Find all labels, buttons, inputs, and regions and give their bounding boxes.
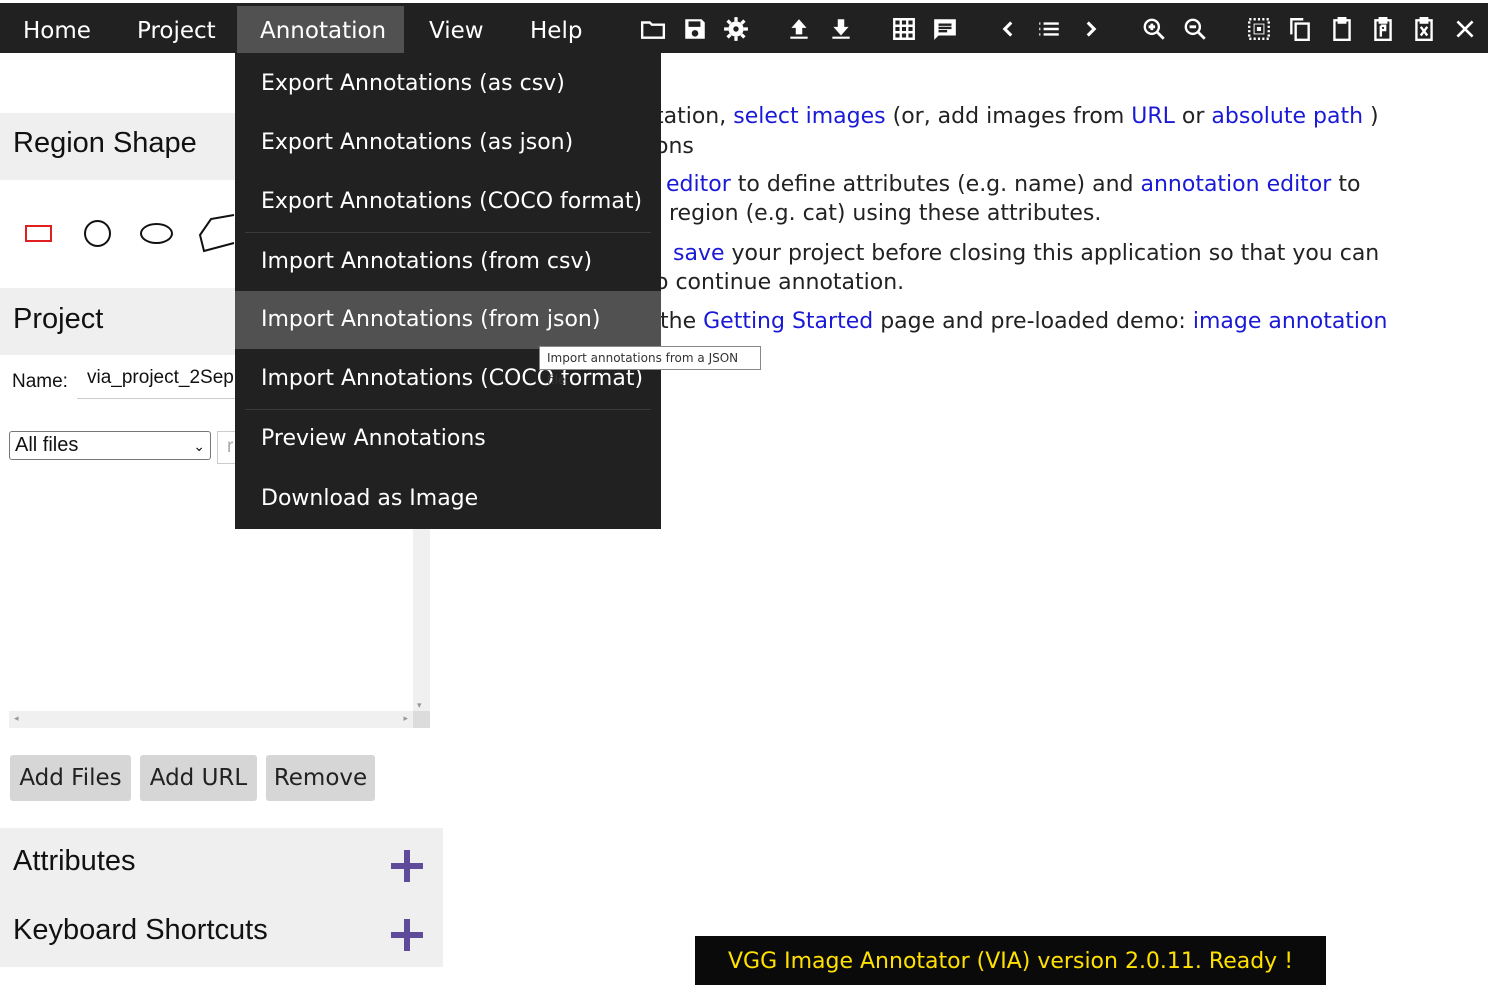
download-icon[interactable] — [826, 14, 856, 44]
delete-icon[interactable] — [1409, 14, 1439, 44]
absolute-path-link[interactable]: absolute path — [1211, 104, 1363, 129]
menu-item-import-json[interactable]: Import Annotations (from json) — [235, 291, 661, 349]
add-url-button[interactable]: Add URL — [140, 755, 257, 801]
menu-item-download-image[interactable]: Download as Image — [235, 470, 661, 528]
content-text: to — [1338, 172, 1361, 197]
next-icon[interactable] — [1076, 14, 1106, 44]
menu-home[interactable]: Home — [0, 6, 114, 56]
scroll-down-icon[interactable]: ▾ — [417, 701, 422, 711]
menu-item-export-json[interactable]: Export Annotations (as json) — [235, 114, 661, 172]
status-bar: VGG Image Annotator (VIA) version 2.0.11… — [695, 936, 1326, 985]
tooltip: Import annotations from a JSON file — [539, 346, 761, 387]
select-all-icon[interactable] — [1244, 14, 1274, 44]
file-list-horizontal-scrollbar[interactable]: ◂ ▸ — [9, 711, 413, 728]
menu-item-import-csv[interactable]: Import Annotations (from csv) — [235, 233, 661, 291]
project-name-label: Name: — [12, 371, 68, 392]
folder-open-icon[interactable] — [638, 14, 668, 44]
region-shape-title: Region Shape — [13, 127, 197, 159]
menu-project[interactable]: Project — [114, 6, 239, 56]
annotation-dropdown-menu: Export Annotations (as csv) Export Annot… — [235, 53, 661, 529]
content-text: to define attributes (e.g. name) and — [737, 172, 1141, 197]
grid-view-icon[interactable] — [889, 14, 919, 44]
menu-view[interactable]: View — [406, 6, 507, 56]
getting-started-link[interactable]: Getting Started — [703, 309, 873, 334]
previous-icon[interactable] — [993, 14, 1023, 44]
annotation-editor-link[interactable]: annotation editor — [1141, 172, 1332, 197]
content-line-7: the Getting Started page and pre-loaded … — [660, 309, 1387, 334]
add-files-button[interactable]: Add Files — [10, 755, 131, 801]
expand-attributes-icon[interactable] — [391, 850, 423, 882]
content-text: tation, — [655, 104, 734, 129]
comment-icon[interactable] — [930, 14, 960, 44]
scroll-left-icon[interactable]: ◂ — [14, 714, 19, 724]
file-list[interactable] — [9, 528, 430, 728]
settings-icon[interactable] — [721, 14, 751, 44]
save-link[interactable]: save — [673, 241, 725, 266]
paste-icon[interactable] — [1327, 14, 1357, 44]
menu-help[interactable]: Help — [507, 6, 605, 56]
polygon-shape-icon[interactable] — [198, 213, 235, 253]
collapsed-panels: Attributes Keyboard Shortcuts — [0, 828, 443, 967]
select-images-link[interactable]: select images — [733, 104, 885, 129]
content-text: the — [660, 309, 704, 334]
zoom-out-icon[interactable] — [1180, 14, 1210, 44]
image-annotation-demo-link[interactable]: image annotation — [1193, 309, 1388, 334]
remove-button[interactable]: Remove — [266, 755, 375, 801]
chevron-down-icon: ⌄ — [193, 438, 205, 454]
attributes-title[interactable]: Attributes — [13, 845, 136, 878]
project-name-input[interactable]: via_project_2Sep — [77, 367, 235, 399]
content-text: or — [1181, 104, 1212, 129]
menu-item-export-coco[interactable]: Export Annotations (COCO format) — [235, 173, 661, 231]
attribute-editor-link[interactable]: editor — [666, 172, 731, 197]
file-list-vertical-scrollbar[interactable]: ▾ — [413, 528, 430, 713]
url-link[interactable]: URL — [1131, 104, 1175, 129]
top-navbar: Home Project Annotation View Help — [0, 0, 1488, 56]
content-line-5: save your project before closing this ap… — [673, 241, 1379, 266]
file-filter-value: All files — [15, 434, 79, 456]
upload-icon[interactable] — [784, 14, 814, 44]
content-text: your project before closing this applica… — [731, 241, 1380, 266]
paste-multiple-icon[interactable] — [1368, 14, 1398, 44]
menu-item-export-csv[interactable]: Export Annotations (as csv) — [235, 55, 661, 113]
menu-annotation[interactable]: Annotation — [237, 6, 404, 56]
menu-item-preview-annotations[interactable]: Preview Annotations — [235, 410, 661, 468]
scrollbar-corner — [413, 711, 430, 728]
keyboard-shortcuts-title[interactable]: Keyboard Shortcuts — [13, 914, 268, 947]
rectangle-shape-icon[interactable] — [25, 225, 52, 242]
list-icon[interactable] — [1034, 14, 1064, 44]
copy-icon[interactable] — [1285, 14, 1315, 44]
content-line-6: o continue annotation. — [655, 270, 905, 295]
close-icon[interactable] — [1450, 14, 1480, 44]
content-line-3: editor to define attributes (e.g. name) … — [666, 172, 1360, 197]
ellipse-shape-icon[interactable] — [140, 223, 173, 244]
project-title: Project — [13, 303, 104, 335]
scroll-right-icon[interactable]: ▸ — [403, 714, 408, 724]
content-line-1: tation, select images (or, add images fr… — [655, 104, 1379, 129]
circle-shape-icon[interactable] — [84, 220, 111, 247]
content-text: ) — [1370, 104, 1379, 129]
save-icon[interactable] — [680, 14, 710, 44]
file-filter-select[interactable]: All files ⌄ — [9, 431, 211, 460]
zoom-in-icon[interactable] — [1139, 14, 1169, 44]
content-text: (or, add images from — [892, 104, 1132, 129]
content-text: page and pre-loaded demo: — [880, 309, 1193, 334]
expand-shortcuts-icon[interactable] — [391, 919, 423, 951]
file-filter-input[interactable]: r — [217, 431, 237, 464]
content-line-4: region (e.g. cat) using these attributes… — [669, 201, 1102, 226]
